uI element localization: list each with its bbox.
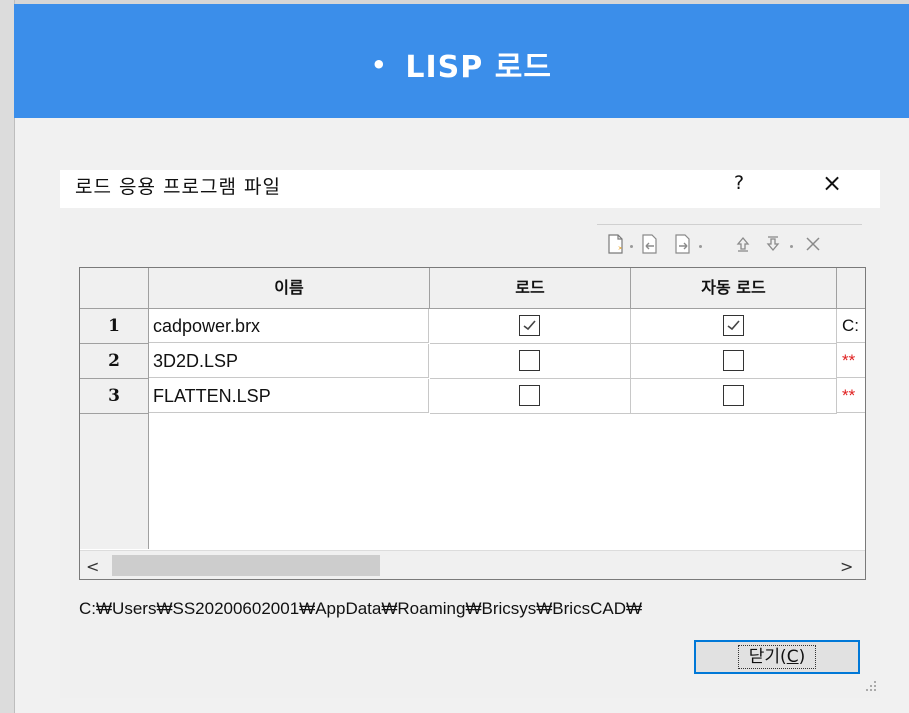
load-checkbox[interactable] (519, 385, 540, 406)
autoload-cell (631, 309, 837, 344)
path-cell: C: (837, 309, 865, 343)
row-header-empty (80, 414, 149, 549)
load-checkbox[interactable] (519, 350, 540, 371)
scroll-right-icon[interactable]: > (840, 557, 853, 576)
banner-title-text: LISP 로드 (405, 50, 552, 85)
column-header-name[interactable]: 이름 (149, 268, 430, 309)
resize-grip-icon[interactable] (864, 678, 878, 692)
banner-title: • LISP 로드 (14, 42, 909, 86)
load-cell (430, 379, 631, 414)
title-banner: • LISP 로드 (14, 4, 909, 118)
dialog-title: 로드 응용 프로그램 파일 (75, 176, 281, 198)
dialog-titlebar: 로드 응용 프로그램 파일 ? × (60, 170, 880, 208)
autoload-checkbox[interactable] (723, 350, 744, 371)
scroll-thumb[interactable] (112, 555, 380, 576)
file-name-cell[interactable]: 3D2D.LSP (149, 344, 429, 378)
close-button[interactable]: 닫기(C) (694, 640, 860, 674)
column-header-load[interactable]: 로드 (430, 268, 631, 309)
table-row[interactable]: 1 cadpower.brx C: (80, 309, 865, 344)
move-right-icon[interactable] (672, 233, 694, 255)
slide: • LISP 로드 로드 응용 프로그램 파일 ? × 이름 로드 자동 로드 … (0, 0, 909, 713)
column-header-autoload[interactable]: 자동 로드 (631, 268, 837, 309)
toolbar-separator (790, 245, 793, 248)
file-name-cell[interactable]: FLATTEN.LSP (149, 379, 429, 413)
move-left-icon[interactable] (639, 233, 661, 255)
application-grid[interactable]: 이름 로드 자동 로드 1 cadpower.brx C: 2 3D2D.LSP… (79, 267, 866, 580)
horizontal-scrollbar[interactable]: < > (80, 550, 865, 579)
row-number: 3 (80, 379, 149, 414)
autoload-checkbox[interactable] (723, 315, 744, 336)
move-up-icon[interactable] (732, 233, 754, 255)
path-cell: ** (837, 344, 865, 378)
selected-file-path: C:₩Users₩SS20200602001₩AppData₩Roaming₩B… (79, 599, 643, 618)
autoload-cell (631, 379, 837, 414)
bullet: • (371, 51, 388, 79)
column-header-path[interactable] (837, 268, 865, 309)
file-name-cell[interactable]: cadpower.brx (149, 309, 429, 343)
close-icon[interactable]: × (815, 170, 849, 200)
row-number: 2 (80, 344, 149, 379)
close-button-label: 닫기(C) (737, 645, 817, 669)
delete-icon[interactable] (802, 233, 824, 255)
table-row[interactable]: 3 FLATTEN.LSP ** (80, 379, 865, 414)
toolbar-separator (699, 245, 702, 248)
row-number: 1 (80, 309, 149, 344)
load-cell (430, 309, 631, 344)
help-button[interactable]: ? (724, 170, 754, 200)
new-file-icon[interactable] (605, 233, 627, 255)
toolbar-separator (630, 245, 633, 248)
header-corner (80, 268, 149, 309)
load-checkbox[interactable] (519, 315, 540, 336)
dialog-body: 이름 로드 자동 로드 1 cadpower.brx C: 2 3D2D.LSP… (60, 208, 880, 698)
load-cell (430, 344, 631, 379)
autoload-cell (631, 344, 837, 379)
table-row[interactable]: 2 3D2D.LSP ** (80, 344, 865, 379)
autoload-checkbox[interactable] (723, 385, 744, 406)
slide-left-edge (0, 0, 15, 713)
scroll-left-icon[interactable]: < (86, 557, 99, 576)
toolbar (597, 224, 862, 261)
move-down-icon[interactable] (762, 233, 784, 255)
path-cell: ** (837, 379, 865, 413)
